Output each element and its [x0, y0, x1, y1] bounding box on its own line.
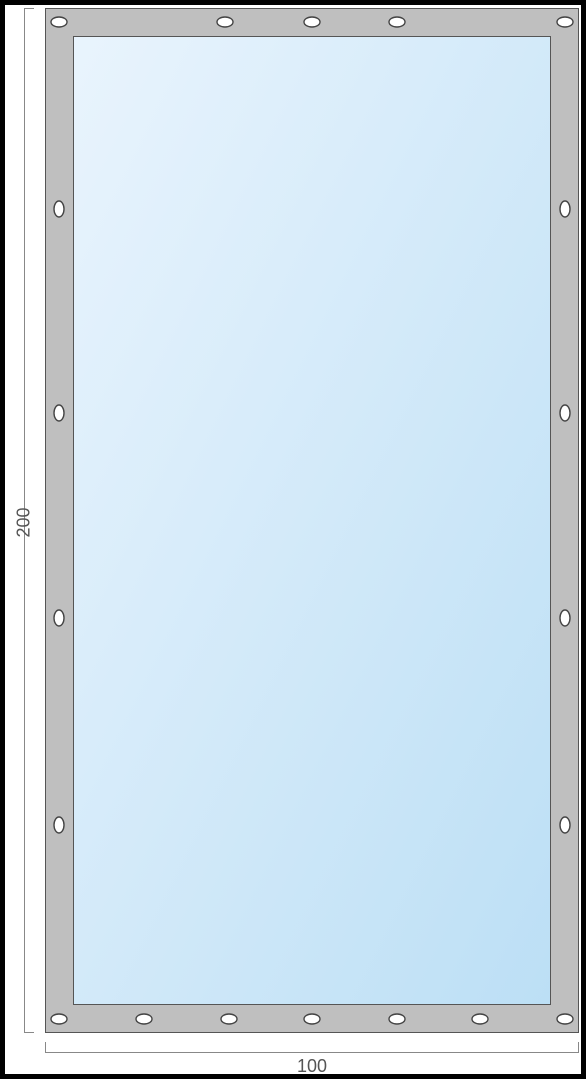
eyelets-layer	[0, 0, 586, 1079]
eyelet-icon	[560, 405, 570, 421]
eyelet-icon	[304, 17, 320, 27]
eyelet-icon	[557, 1014, 573, 1024]
diagram-canvas: 100 200	[0, 0, 586, 1079]
width-dim-label: 100	[282, 1056, 342, 1077]
eyelet-icon	[389, 1014, 405, 1024]
width-dim-line	[45, 1052, 579, 1053]
eyelet-icon	[217, 17, 233, 27]
eyelet-icon	[136, 1014, 152, 1024]
eyelet-icon	[389, 17, 405, 27]
eyelet-icon	[472, 1014, 488, 1024]
eyelet-icon	[54, 405, 64, 421]
eyelet-icon	[557, 17, 573, 27]
eyelet-icon	[54, 817, 64, 833]
width-dim-tick-left	[45, 1042, 46, 1052]
height-dim-tick-top	[24, 8, 34, 9]
eyelet-icon	[51, 17, 67, 27]
width-dim-tick-right	[578, 1042, 579, 1052]
eyelet-icon	[304, 1014, 320, 1024]
height-dim-tick-bottom	[24, 1032, 34, 1033]
eyelet-icon	[54, 201, 64, 217]
eyelet-icon	[560, 610, 570, 626]
eyelet-icon	[51, 1014, 67, 1024]
eyelet-icon	[560, 201, 570, 217]
eyelet-icon	[54, 610, 64, 626]
eyelet-icon	[221, 1014, 237, 1024]
height-dim-label: 200	[14, 493, 35, 553]
eyelet-icon	[560, 817, 570, 833]
